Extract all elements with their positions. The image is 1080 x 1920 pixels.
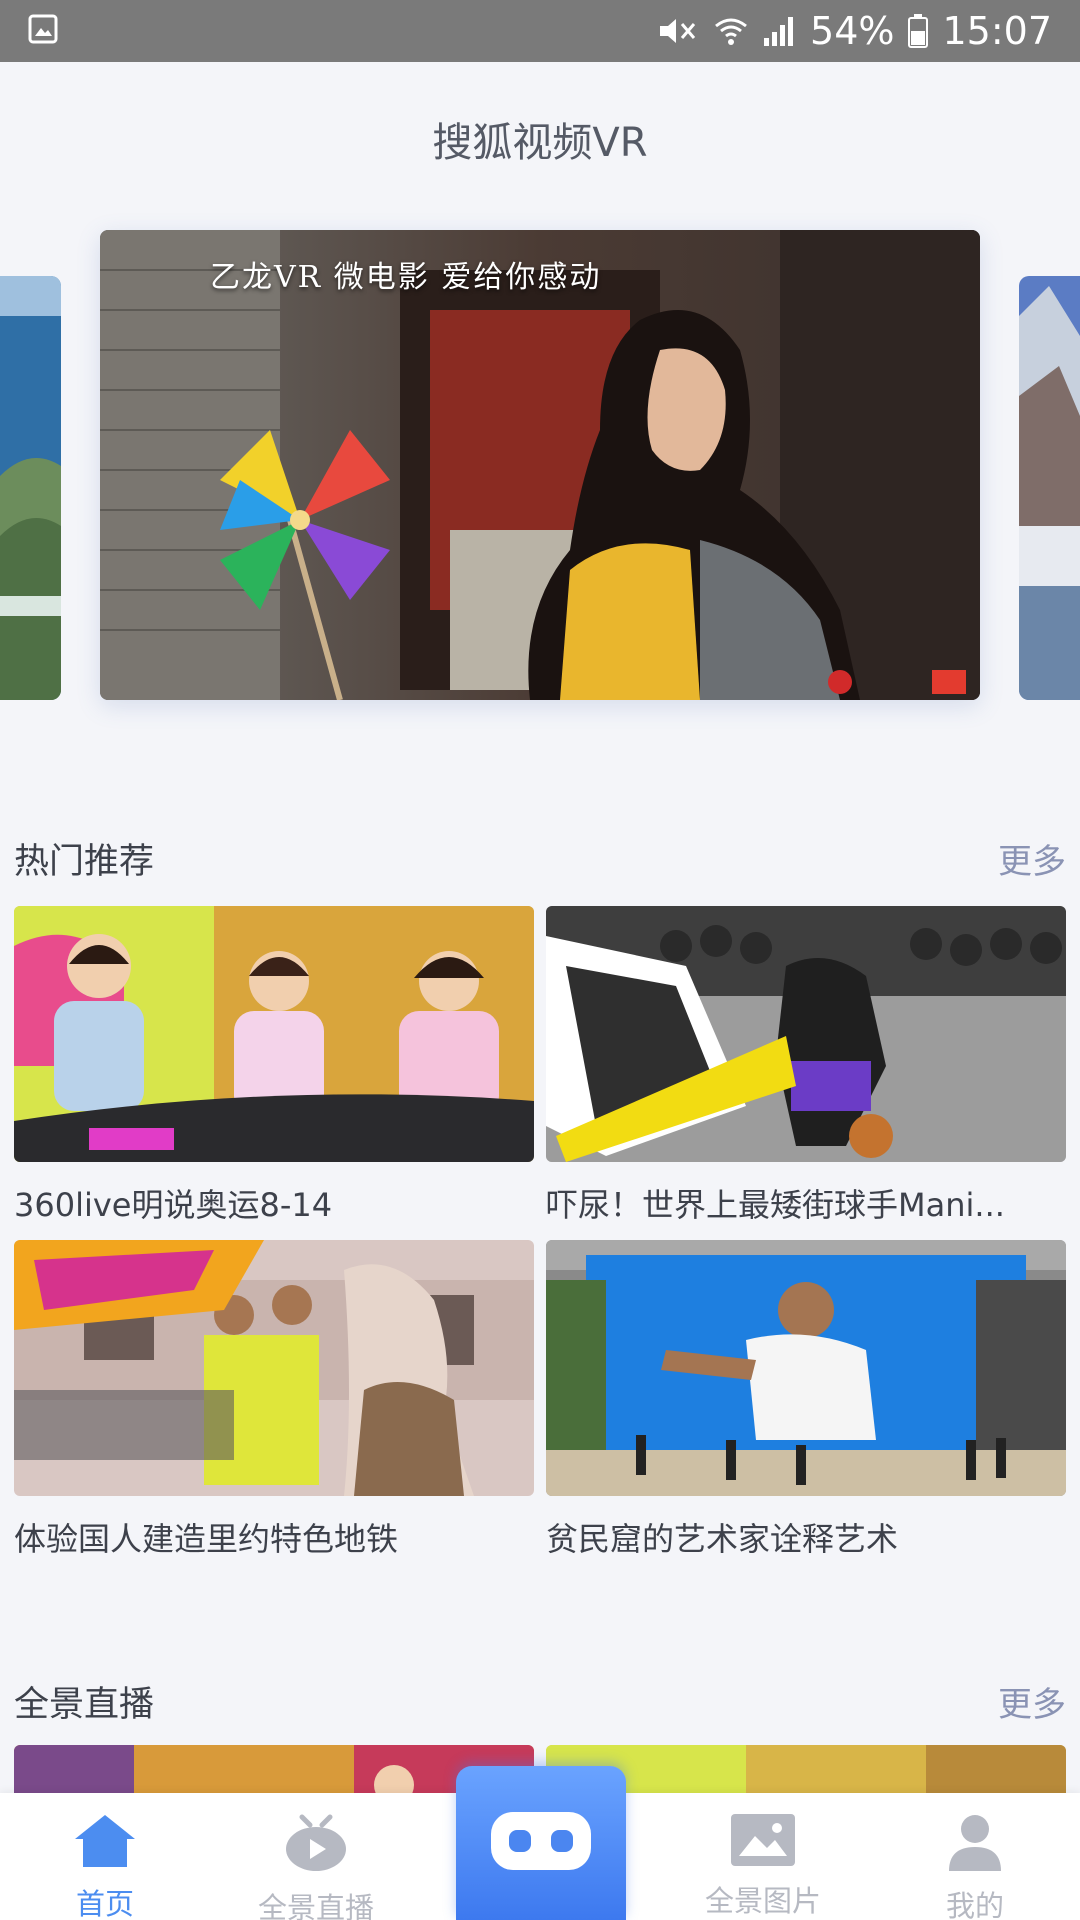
wifi-icon [714, 14, 748, 48]
nav-live[interactable]: 全景直播 [226, 1793, 406, 1920]
nav-label: 首页 [75, 1887, 134, 1920]
section-header-hot: 热门推荐 更多 [14, 833, 1066, 884]
video-thumbnail[interactable] [546, 1240, 1066, 1496]
battery-percent: 54% [810, 9, 895, 53]
section-title: 热门推荐 [14, 842, 155, 882]
app-root: 54% 15:07 搜狐视频VR 乙龙VR 微电影 爱给你感动 热门推荐 更多 … [0, 0, 1080, 1920]
video-title: 体验国人建造里约特色地铁 [14, 1520, 399, 1558]
signal-icon [762, 14, 796, 48]
play-tv-icon [284, 1813, 348, 1873]
featured-banner[interactable]: 乙龙VR 微电影 爱给你感动 [100, 230, 980, 700]
video-card[interactable]: 吓尿！世界上最矮街球手Mani... [546, 906, 1066, 1226]
battery-icon [908, 14, 929, 48]
vr-headset-icon [489, 1810, 593, 1876]
banner-caption: 乙龙VR 微电影 爱给你感动 [210, 260, 602, 295]
home-icon [73, 1813, 137, 1869]
user-icon [947, 1813, 1003, 1871]
video-thumbnail[interactable] [14, 906, 534, 1162]
video-card[interactable]: 360live明说奥运8-14 [14, 906, 534, 1226]
video-card[interactable]: 贫民窟的艺术家诠释艺术 [546, 1240, 1066, 1560]
mute-icon [656, 14, 700, 48]
video-title: 360live明说奥运8-14 [14, 1186, 333, 1224]
nav-label: 全景直播 [257, 1891, 374, 1920]
nav-mine[interactable]: 我的 [885, 1793, 1065, 1920]
vr-mode-button[interactable] [456, 1766, 626, 1920]
nav-label: 我的 [945, 1889, 1004, 1920]
video-thumbnail[interactable] [14, 1240, 534, 1496]
video-title: 吓尿！世界上最矮街球手Mani... [546, 1186, 1005, 1224]
carousel-next-slide[interactable] [1019, 276, 1080, 700]
clock: 15:07 [942, 9, 1052, 53]
more-link[interactable]: 更多 [998, 1677, 1066, 1726]
status-bar: 54% 15:07 [0, 0, 1080, 62]
video-thumbnail[interactable] [546, 906, 1066, 1162]
carousel-prev-slide[interactable] [0, 276, 61, 700]
more-link[interactable]: 更多 [998, 834, 1066, 883]
nav-photos[interactable]: 全景图片 [673, 1793, 853, 1920]
page-title: 搜狐视频VR [432, 120, 648, 166]
gallery-notification-icon [28, 14, 58, 48]
nav-home[interactable]: 首页 [15, 1793, 195, 1920]
video-title: 贫民窟的艺术家诠释艺术 [546, 1520, 899, 1558]
section-header-live: 全景直播 更多 [14, 1676, 1066, 1727]
section-title: 全景直播 [14, 1685, 155, 1725]
video-card[interactable]: 体验国人建造里约特色地铁 [14, 1240, 534, 1560]
nav-label: 全景图片 [704, 1884, 821, 1918]
picture-icon [731, 1813, 795, 1866]
